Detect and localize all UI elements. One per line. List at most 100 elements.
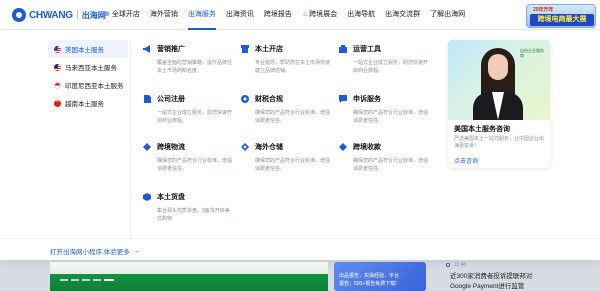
expo-promo-badge[interactable]: 25年开年 跨境电商最大展 [526,4,596,28]
service-description: 确保您的产品符合行业标准，增强消费者信任。 [255,110,331,124]
document-icon [144,95,151,103]
vietnam-flag-icon [54,99,61,107]
country-item-us[interactable]: 美国本土服务 [48,40,128,58]
nav-item-about[interactable]: 了解出海网 [430,0,465,30]
service-company-registration[interactable]: 公司注册 一站式企业成立服务，助您快速开启商业旅程。 [142,94,234,125]
dropdown-footer: 打开出海网小程序,体验更多 → [0,238,600,260]
warehouse-icon [241,143,249,151]
service-description: 确保您的产品符合行业标准，增强消费者信任。 [353,110,429,124]
consult-link[interactable]: 点击咨询 [454,156,478,165]
nav-item-label: 跨境报告 [263,11,292,18]
country-item-indonesia[interactable]: 印度尼西亚本土服务 [48,76,128,94]
chat-icon [339,95,347,103]
logo-icon [12,8,26,22]
country-item-vietnam[interactable]: 越南本土服务 [48,94,128,112]
us-flag-icon [54,45,61,53]
promo-description: 严选美国本土一站式服务，让中国企业出海更容易！ [454,136,545,149]
fire-icon: ♨ [301,11,309,18]
nav-item-label: 出海导航 [347,11,376,18]
nav-item-overseas-marketing[interactable]: 海外营销 [150,0,178,30]
logo-subtitle: 出海网 [81,10,106,20]
megaphone-icon [143,45,150,53]
service-marketing[interactable]: 营销推广 覆盖全面的营销策略，提升品牌在本土市场的知名度。 [142,44,234,75]
service-description: 确保您的产品符合行业标准，增强消费者信任。 [353,158,429,172]
service-title: 跨境收款 [353,144,381,151]
service-title: 财税合规 [255,96,283,103]
nav-item-label: 全球开店 [111,11,140,18]
indonesia-flag-icon [54,81,61,89]
carousel-dot[interactable] [60,279,68,281]
service-local-store[interactable]: 本土开店 专业指导，帮助您在本土市场快速建立品牌店铺。 [240,44,332,75]
service-warehousing[interactable]: 海外仓储 确保您的产品符合行业标准，增强消费者信任。 [240,142,332,173]
nav-item-navigation[interactable]: 出海导航 [347,0,375,30]
promo-title: 美国本土服务咨询 [454,126,510,133]
promo-badge-caption: 25年开年 [533,7,554,13]
store-icon [241,45,249,53]
service-appeals[interactable]: 申诉服务 确保您的产品符合行业标准，增强消费者信任。 [338,94,430,125]
calculator-icon [241,95,249,103]
service-local-supply[interactable]: 本土货盘 集合源头优质货盘，0备货开启美式购物 [142,192,234,223]
carousel-dot[interactable] [93,279,101,281]
country-item-label: 马来西亚本土服务 [65,65,117,72]
news-headline[interactable]: Google Payment进行监管 [450,280,524,290]
service-tax-compliance[interactable]: 财税合规 确保您的产品符合行业标准，增强消费者信任。 [240,94,332,125]
footer-link-label: 打开出海网小程序,体验更多 [50,249,130,256]
timeline-dot-icon [446,263,450,267]
report-card-line: 出品报告，实操经验，平台 [339,273,400,279]
nav-item-community[interactable]: 出海交流群 [385,0,420,30]
carousel-dots [60,279,117,281]
consultant-photo: 自由企业服务商 [448,40,550,120]
logo-text: CHWANG [29,9,73,21]
nav-item-label: 跨境展会 [309,11,338,18]
open-miniprogram-link[interactable]: 打开出海网小程序,体验更多 → [50,246,140,257]
nav-item-news[interactable]: 出海资讯 [226,0,254,30]
service-description: 确保您的产品符合行业标准，增强消费者信任。 [255,158,331,172]
service-description: 专业指导，帮助您在本土市场快速建立品牌店铺。 [255,60,331,74]
services-dropdown: 美国本土服务 马来西亚本土服务 印度尼西亚本土服务 越南本土服务 营销推广 覆盖… [0,30,600,260]
carousel-dot[interactable] [71,279,79,281]
service-description: 集合源头优质货盘，0备货开启美式购物 [157,208,230,222]
logo-divider [76,10,78,20]
service-payments[interactable]: 跨境收款 确保您的产品符合行业标准，增强消费者信任。 [338,142,430,173]
nav-item-exhibitions[interactable]: ♨ 跨境展会 [302,0,337,30]
country-item-label: 美国本土服务 [65,47,104,54]
country-menu: 美国本土服务 马来西亚本土服务 印度尼西亚本土服务 越南本土服务 [48,40,128,112]
country-item-label: 印度尼西亚本土服务 [65,83,124,90]
service-title: 申诉服务 [353,96,381,103]
carousel-dot[interactable] [82,279,90,281]
nav-item-label: 了解出海网 [430,11,466,18]
box-icon [143,193,151,201]
service-description: 覆盖全面的营销策略，提升品牌在本土市场的知名度。 [157,60,233,74]
service-logistics[interactable]: 跨境物流 确保您的产品符合行业标准，增强消费者信任。 [142,142,234,173]
main-nav: ⊕ 全球开店 海外营销 出海服务 出海资讯 跨境报告 ♨ 跨境展会 出海导航 出… [104,0,475,30]
site-logo[interactable]: CHWANG 出海网 [12,7,106,23]
nav-item-overseas-services[interactable]: 出海服务 [187,0,216,30]
country-item-malaysia[interactable]: 马来西亚本土服务 [48,58,128,76]
service-title: 海外仓储 [255,144,283,151]
nav-item-global-store[interactable]: ⊕ 全球开店 [104,0,140,30]
globe-icon: ⊕ [104,11,110,18]
toolbox-icon [339,45,347,53]
service-title: 营销推广 [157,46,185,53]
nav-item-label: 出海服务 [187,11,216,18]
service-title: 公司注册 [157,96,185,103]
service-title: 跨境物流 [157,144,185,151]
hero-banner[interactable] [50,262,328,291]
nav-item-reports[interactable]: 跨境报告 [264,0,292,30]
service-description: 确保您的产品符合行业标准，增强消费者信任。 [157,158,233,172]
arrow-right-icon: → [132,247,140,255]
news-headline[interactable]: 近300家消费者投诉提联邦对 [450,270,532,280]
malaysia-flag-icon [54,63,61,71]
nav-item-label: 出海交流群 [385,11,421,18]
report-card-line: 报告，500+报告免费下载! [339,281,397,287]
news-timeline: 11:48 近300家消费者投诉提联邦对 Google Payment进行监管 [436,262,600,291]
service-title: 本土开店 [255,46,283,53]
nav-item-label: 出海资讯 [225,11,254,18]
service-description: 一站式企业成立服务，助您快速开启商业旅程。 [157,110,233,124]
carousel-dot-active[interactable] [104,279,114,281]
report-download-card[interactable]: 出品报告，实操经验，平台 报告，500+报告免费下载! [334,262,426,291]
news-time: 11:48 [454,262,467,268]
wallet-icon [339,143,347,151]
consultation-promo-card[interactable]: 自由企业服务商 美国本土服务咨询 严选美国本土一站式服务，让中国企业出海更容易！… [448,40,550,168]
service-ops-tools[interactable]: 运营工具 一站式企业成立服务，助您快速开启商业旅程。 [338,44,430,75]
